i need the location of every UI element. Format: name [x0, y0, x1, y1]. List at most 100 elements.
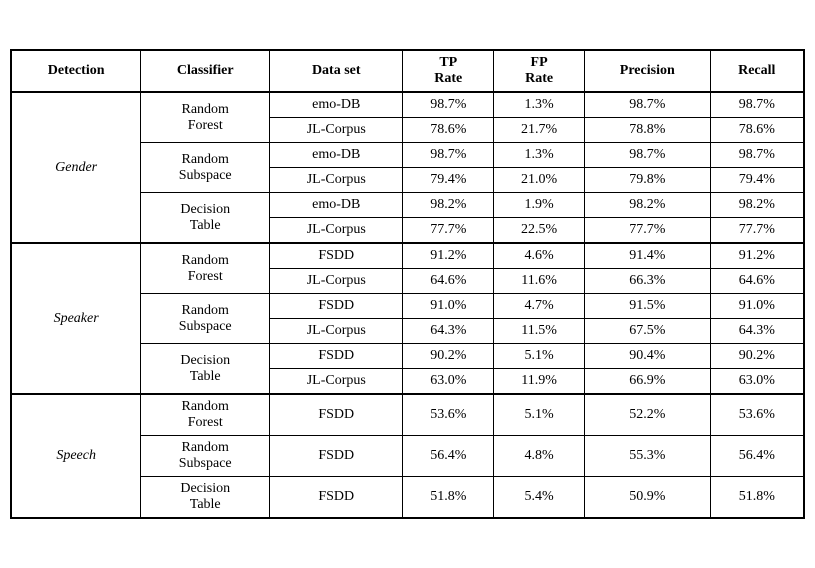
recall-cell: 90.2%: [710, 344, 804, 369]
recall-cell: 78.6%: [710, 118, 804, 143]
recall-cell: 63.0%: [710, 369, 804, 395]
fp-rate-cell: 22.5%: [494, 218, 585, 244]
dataset-cell: JL-Corpus: [270, 118, 403, 143]
fp-rate-cell: 11.5%: [494, 319, 585, 344]
fp-rate-cell: 5.1%: [494, 394, 585, 436]
recall-cell: 56.4%: [710, 436, 804, 477]
results-table: Detection Classifier Data set TPRate FPR…: [10, 49, 805, 519]
fp-rate-cell: 5.4%: [494, 477, 585, 519]
fp-rate-cell: 1.3%: [494, 143, 585, 168]
fp-rate-cell: 1.3%: [494, 92, 585, 118]
dataset-cell: JL-Corpus: [270, 369, 403, 395]
fp-rate-cell: 4.6%: [494, 243, 585, 269]
header-recall: Recall: [710, 50, 804, 92]
tp-rate-cell: 98.7%: [403, 92, 494, 118]
tp-rate-cell: 79.4%: [403, 168, 494, 193]
dataset-cell: FSDD: [270, 436, 403, 477]
precision-cell: 91.4%: [585, 243, 711, 269]
classifier-cell: RandomForest: [141, 394, 270, 436]
detection-cell: Speech: [11, 394, 141, 518]
fp-rate-cell: 21.7%: [494, 118, 585, 143]
classifier-cell: RandomForest: [141, 92, 270, 143]
recall-cell: 91.2%: [710, 243, 804, 269]
fp-rate-cell: 21.0%: [494, 168, 585, 193]
precision-cell: 77.7%: [585, 218, 711, 244]
tp-rate-cell: 78.6%: [403, 118, 494, 143]
classifier-cell: RandomSubspace: [141, 143, 270, 193]
precision-cell: 66.3%: [585, 269, 711, 294]
detection-cell: Gender: [11, 92, 141, 243]
classifier-cell: DecisionTable: [141, 193, 270, 244]
precision-cell: 66.9%: [585, 369, 711, 395]
tp-rate-cell: 98.2%: [403, 193, 494, 218]
recall-cell: 98.7%: [710, 143, 804, 168]
fp-rate-cell: 4.7%: [494, 294, 585, 319]
header-fp-rate: FPRate: [494, 50, 585, 92]
tp-rate-cell: 53.6%: [403, 394, 494, 436]
fp-rate-cell: 4.8%: [494, 436, 585, 477]
precision-cell: 55.3%: [585, 436, 711, 477]
detection-cell: Speaker: [11, 243, 141, 394]
classifier-cell: DecisionTable: [141, 477, 270, 519]
tp-rate-cell: 98.7%: [403, 143, 494, 168]
tp-rate-cell: 51.8%: [403, 477, 494, 519]
fp-rate-cell: 11.6%: [494, 269, 585, 294]
dataset-cell: emo-DB: [270, 92, 403, 118]
dataset-cell: JL-Corpus: [270, 319, 403, 344]
tp-rate-cell: 77.7%: [403, 218, 494, 244]
table-row: GenderRandomForestemo-DB98.7%1.3%98.7%98…: [11, 92, 804, 118]
tp-rate-cell: 64.3%: [403, 319, 494, 344]
header-classifier: Classifier: [141, 50, 270, 92]
dataset-cell: FSDD: [270, 243, 403, 269]
tp-rate-cell: 56.4%: [403, 436, 494, 477]
dataset-cell: FSDD: [270, 294, 403, 319]
classifier-cell: RandomSubspace: [141, 294, 270, 344]
recall-cell: 98.2%: [710, 193, 804, 218]
recall-cell: 64.3%: [710, 319, 804, 344]
dataset-cell: JL-Corpus: [270, 269, 403, 294]
recall-cell: 51.8%: [710, 477, 804, 519]
classifier-cell: RandomForest: [141, 243, 270, 294]
recall-cell: 98.7%: [710, 92, 804, 118]
header-tp-rate: TPRate: [403, 50, 494, 92]
recall-cell: 91.0%: [710, 294, 804, 319]
tp-rate-cell: 91.0%: [403, 294, 494, 319]
precision-cell: 78.8%: [585, 118, 711, 143]
precision-cell: 52.2%: [585, 394, 711, 436]
fp-rate-cell: 5.1%: [494, 344, 585, 369]
fp-rate-cell: 11.9%: [494, 369, 585, 395]
recall-cell: 79.4%: [710, 168, 804, 193]
precision-cell: 67.5%: [585, 319, 711, 344]
dataset-cell: JL-Corpus: [270, 168, 403, 193]
precision-cell: 98.7%: [585, 143, 711, 168]
precision-cell: 50.9%: [585, 477, 711, 519]
dataset-cell: emo-DB: [270, 143, 403, 168]
dataset-cell: emo-DB: [270, 193, 403, 218]
table-row: SpeakerRandomForestFSDD91.2%4.6%91.4%91.…: [11, 243, 804, 269]
precision-cell: 91.5%: [585, 294, 711, 319]
precision-cell: 98.7%: [585, 92, 711, 118]
tp-rate-cell: 91.2%: [403, 243, 494, 269]
tp-rate-cell: 63.0%: [403, 369, 494, 395]
dataset-cell: FSDD: [270, 477, 403, 519]
tp-rate-cell: 90.2%: [403, 344, 494, 369]
dataset-cell: FSDD: [270, 344, 403, 369]
fp-rate-cell: 1.9%: [494, 193, 585, 218]
recall-cell: 53.6%: [710, 394, 804, 436]
precision-cell: 98.2%: [585, 193, 711, 218]
precision-cell: 79.8%: [585, 168, 711, 193]
header-detection: Detection: [11, 50, 141, 92]
precision-cell: 90.4%: [585, 344, 711, 369]
recall-cell: 64.6%: [710, 269, 804, 294]
header-precision: Precision: [585, 50, 711, 92]
tp-rate-cell: 64.6%: [403, 269, 494, 294]
classifier-cell: DecisionTable: [141, 344, 270, 395]
dataset-cell: FSDD: [270, 394, 403, 436]
header-row: Detection Classifier Data set TPRate FPR…: [11, 50, 804, 92]
table-row: SpeechRandomForestFSDD53.6%5.1%52.2%53.6…: [11, 394, 804, 436]
classifier-cell: RandomSubspace: [141, 436, 270, 477]
recall-cell: 77.7%: [710, 218, 804, 244]
dataset-cell: JL-Corpus: [270, 218, 403, 244]
table-container: Detection Classifier Data set TPRate FPR…: [10, 49, 805, 519]
header-dataset: Data set: [270, 50, 403, 92]
